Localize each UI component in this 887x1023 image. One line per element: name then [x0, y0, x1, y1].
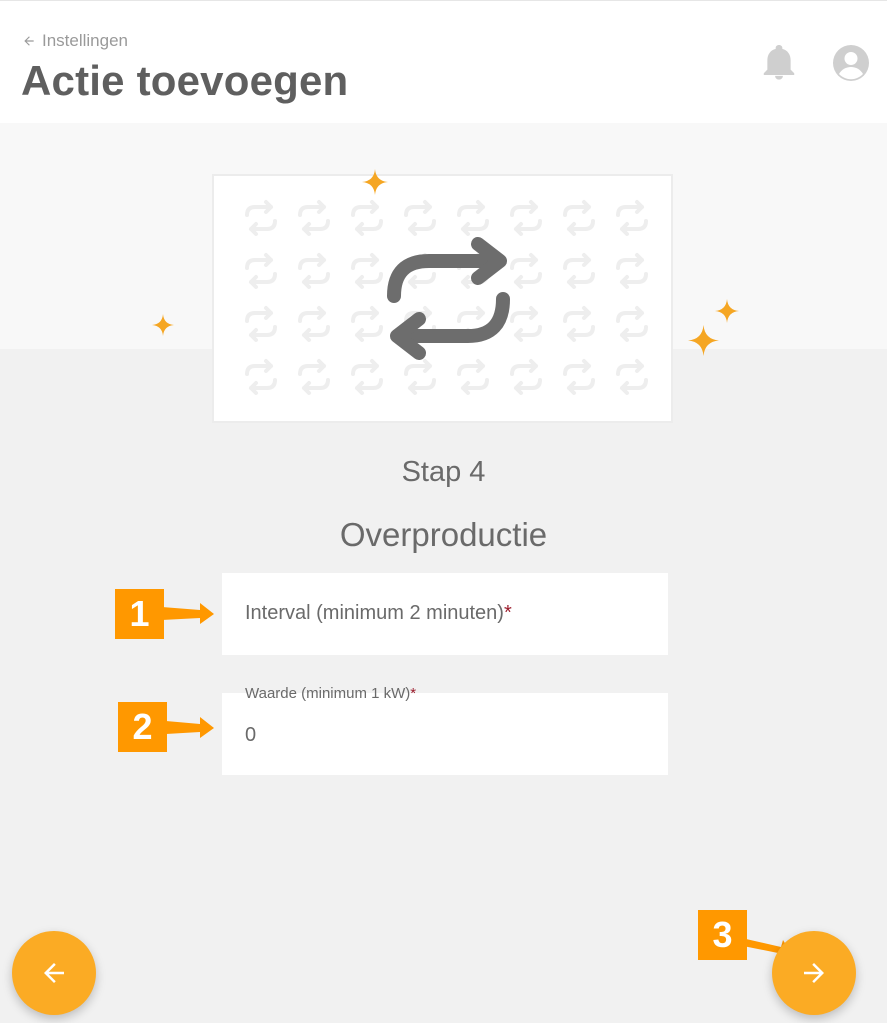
- arrow-left-icon: [24, 36, 34, 46]
- arrow-right-icon: [804, 963, 824, 983]
- next-step-button[interactable]: [772, 931, 856, 1015]
- sparkle-icon: [715, 299, 739, 323]
- sparkle-icon: [688, 325, 719, 356]
- required-mark: *: [410, 685, 417, 702]
- sparkle-icon: [362, 169, 388, 195]
- back-link[interactable]: Instellingen: [22, 31, 128, 51]
- callout-marker-2: 2: [118, 702, 167, 752]
- user-avatar-icon: [833, 45, 869, 81]
- callout-marker-1: 1: [115, 589, 164, 639]
- callout-arrow-1: [162, 603, 214, 624]
- notifications-button[interactable]: [762, 45, 796, 86]
- value-input[interactable]: [245, 721, 645, 749]
- section-title: Overproductie: [339, 516, 548, 553]
- app-header: Instellingen Actie toevoegen: [0, 0, 887, 123]
- previous-step-button[interactable]: [12, 931, 96, 1015]
- page-title: Actie toevoegen: [21, 57, 349, 104]
- interval-field[interactable]: Interval (minimum 2 minuten)*: [222, 573, 668, 655]
- callout-marker-3: 3: [698, 910, 747, 960]
- user-avatar-button[interactable]: [832, 44, 870, 87]
- repeat-icon: [387, 237, 510, 360]
- callout-arrow-2: [166, 717, 214, 738]
- sparkle-icon: [152, 314, 174, 336]
- value-label: Waarde (minimum 1 kW)*: [245, 685, 417, 702]
- interval-input[interactable]: [245, 617, 645, 641]
- bell-icon: [763, 45, 795, 80]
- arrow-left-icon: [44, 963, 64, 983]
- back-link-label: Instellingen: [42, 31, 129, 50]
- step-label: Stap 4: [401, 456, 486, 488]
- value-field[interactable]: Waarde (minimum 1 kW)*: [222, 685, 668, 775]
- repeat-illustration: [212, 174, 673, 423]
